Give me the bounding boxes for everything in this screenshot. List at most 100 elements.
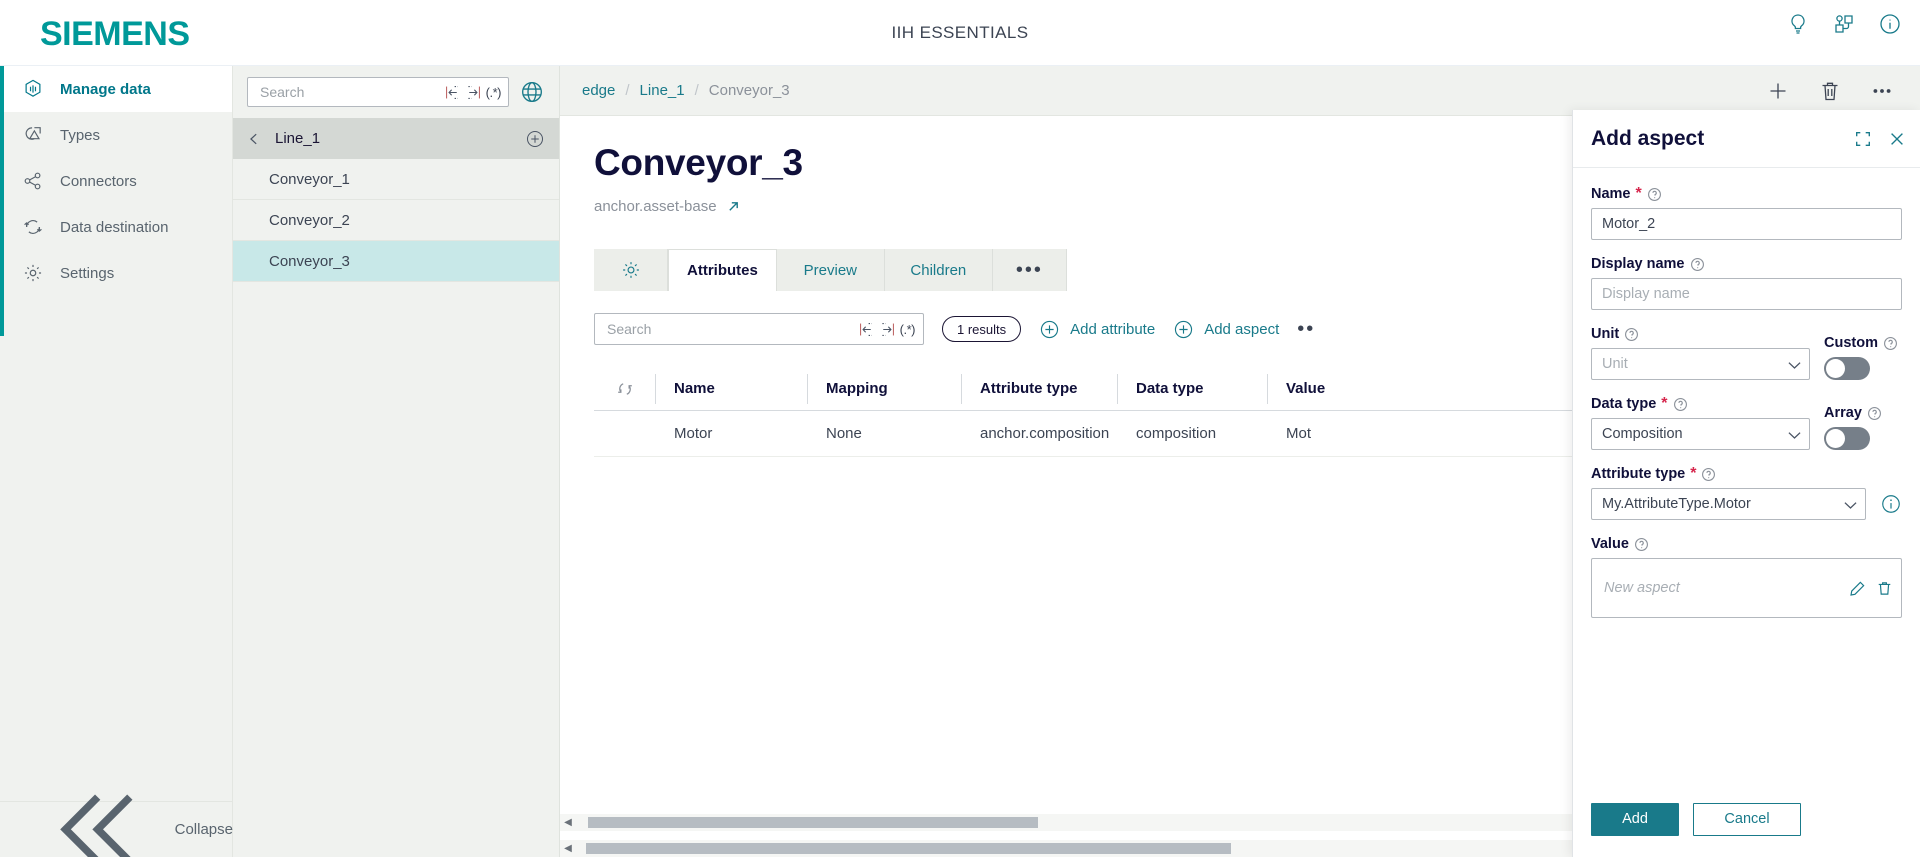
- custom-toggle[interactable]: [1824, 357, 1870, 380]
- trash-icon[interactable]: [1876, 580, 1893, 597]
- lightbulb-icon[interactable]: [1786, 12, 1810, 36]
- regex-icon[interactable]: (.*): [486, 85, 502, 100]
- trash-icon[interactable]: [1818, 79, 1842, 103]
- breadcrumb-separator: /: [694, 82, 699, 99]
- external-link-icon[interactable]: [727, 200, 740, 213]
- tree-root-label: Line_1: [275, 130, 321, 147]
- tree-node-conveyor-3[interactable]: Conveyor_3: [233, 241, 559, 282]
- toolbar-more-icon[interactable]: ••: [1297, 319, 1315, 339]
- table-header-attribute-type[interactable]: Attribute type: [962, 373, 1118, 404]
- breadcrumb-item-edge[interactable]: edge: [582, 82, 615, 99]
- help-icon[interactable]: [1883, 336, 1898, 351]
- attribute-search-box[interactable]: (.*): [594, 313, 924, 345]
- tree-search-input[interactable]: [260, 84, 444, 100]
- cancel-button[interactable]: Cancel: [1693, 802, 1801, 836]
- value-box[interactable]: New aspect: [1591, 558, 1902, 618]
- table-header-mapping[interactable]: Mapping: [808, 373, 962, 404]
- tab-settings[interactable]: [594, 249, 668, 291]
- info-icon[interactable]: [1878, 12, 1902, 36]
- pencil-icon[interactable]: [1849, 580, 1866, 597]
- tree-root-row[interactable]: Line_1: [233, 118, 559, 159]
- page-subtitle-text: anchor.asset-base: [594, 198, 717, 215]
- scrollbar-thumb[interactable]: [586, 843, 1231, 854]
- sidebar-item-manage-data[interactable]: Manage data: [0, 66, 232, 112]
- info-circle-icon[interactable]: [1880, 493, 1902, 515]
- table-cell-value: Mot: [1286, 425, 1312, 442]
- help-icon[interactable]: [1634, 537, 1649, 552]
- add-aspect-button[interactable]: Add aspect: [1173, 319, 1279, 340]
- attribute-search-input[interactable]: [607, 321, 858, 337]
- add-button[interactable]: Add: [1591, 802, 1679, 836]
- field-label-text: Data type: [1591, 396, 1657, 412]
- regex-icon[interactable]: (.*): [900, 322, 916, 337]
- more-icon[interactable]: [1870, 79, 1894, 103]
- tree-node-conveyor-1[interactable]: Conveyor_1: [233, 159, 559, 200]
- sidebar-item-connectors[interactable]: Connectors: [0, 158, 232, 204]
- plus-icon[interactable]: [1766, 79, 1790, 103]
- attribute-type-select[interactable]: My.AttributeType.Motor: [1591, 488, 1866, 520]
- scroll-left-arrow-icon[interactable]: ◀: [560, 843, 576, 854]
- name-input[interactable]: [1591, 208, 1902, 240]
- app-title: IIH ESSENTIALS: [891, 22, 1029, 42]
- gear-icon: [622, 262, 639, 278]
- array-toggle[interactable]: [1824, 427, 1870, 450]
- scrollbar-thumb[interactable]: [588, 817, 1038, 828]
- field-label-text: Unit: [1591, 326, 1620, 342]
- match-start-icon[interactable]: [444, 84, 461, 101]
- tab-attributes[interactable]: Attributes: [668, 249, 777, 291]
- breadcrumb-item-conveyor-3[interactable]: Conveyor_3: [709, 82, 790, 99]
- help-icon[interactable]: [1867, 406, 1882, 421]
- breadcrumb-separator: /: [625, 82, 630, 99]
- plus-circle-icon[interactable]: [525, 129, 545, 149]
- field-attribute-type-row: Attribute type * My.AttributeType.Motor: [1591, 466, 1902, 520]
- tab-preview[interactable]: Preview: [776, 249, 885, 291]
- data-type-select[interactable]: Composition: [1591, 418, 1810, 450]
- sidebar-item-label: Manage data: [60, 80, 151, 98]
- tree-node-label: Conveyor_3: [269, 252, 350, 270]
- field-array-label: Array: [1824, 405, 1902, 421]
- field-custom: Custom: [1824, 335, 1902, 380]
- help-icon[interactable]: [1673, 397, 1688, 412]
- attribute-search-icon-group: (.*): [858, 321, 918, 338]
- chevron-left-icon[interactable]: [247, 132, 261, 146]
- help-icon[interactable]: [1647, 187, 1662, 202]
- help-icon[interactable]: [1701, 467, 1716, 482]
- table-cell-mapping: None: [826, 425, 862, 442]
- scroll-left-arrow-icon[interactable]: ◀: [560, 817, 576, 828]
- field-data-type: Data type * Composition: [1591, 396, 1810, 450]
- table-header-data-type[interactable]: Data type: [1118, 373, 1268, 404]
- sidebar-item-settings[interactable]: Settings: [0, 250, 232, 296]
- sidebar-collapse-label: Collapse: [174, 821, 233, 838]
- help-icon[interactable]: [1624, 327, 1639, 342]
- more-icon: •••: [1015, 259, 1043, 281]
- results-badge[interactable]: 1 results: [942, 316, 1022, 342]
- unit-select[interactable]: Unit: [1591, 348, 1810, 380]
- tab-more[interactable]: •••: [992, 249, 1067, 291]
- tree-panel: (.*) Line_1 Conveyor_1 Conveyor_2 Convey…: [233, 66, 560, 857]
- help-icon[interactable]: [1690, 257, 1705, 272]
- field-display-name-label: Display name: [1591, 256, 1902, 272]
- tab-children[interactable]: Children: [884, 249, 993, 291]
- sort-refresh-icon[interactable]: [616, 380, 634, 398]
- table-header-value[interactable]: Value: [1268, 374, 1388, 404]
- display-name-input[interactable]: [1591, 278, 1902, 310]
- tree-node-conveyor-2[interactable]: Conveyor_2: [233, 200, 559, 241]
- breadcrumb-item-line-1[interactable]: Line_1: [640, 82, 685, 99]
- panel-header: Add aspect: [1573, 110, 1920, 168]
- close-icon[interactable]: [1888, 130, 1906, 148]
- match-start-icon[interactable]: [858, 321, 875, 338]
- match-end-icon[interactable]: [465, 84, 482, 101]
- plugin-icon[interactable]: [1832, 12, 1856, 36]
- sidebar-item-types[interactable]: Types: [0, 112, 232, 158]
- match-end-icon[interactable]: [879, 321, 896, 338]
- sidebar-item-data-destination[interactable]: Data destination: [0, 204, 232, 250]
- tree-search-box[interactable]: (.*): [247, 77, 509, 107]
- expand-icon[interactable]: [1854, 130, 1872, 148]
- add-attribute-button[interactable]: Add attribute: [1039, 319, 1155, 340]
- sidebar-collapse-button[interactable]: Collapse: [0, 794, 233, 857]
- gear-icon: [24, 264, 42, 282]
- tree-node-label: Conveyor_2: [269, 211, 350, 229]
- globe-icon[interactable]: [519, 79, 545, 105]
- table-header-name[interactable]: Name: [656, 373, 808, 404]
- field-label-text: Value: [1591, 536, 1629, 552]
